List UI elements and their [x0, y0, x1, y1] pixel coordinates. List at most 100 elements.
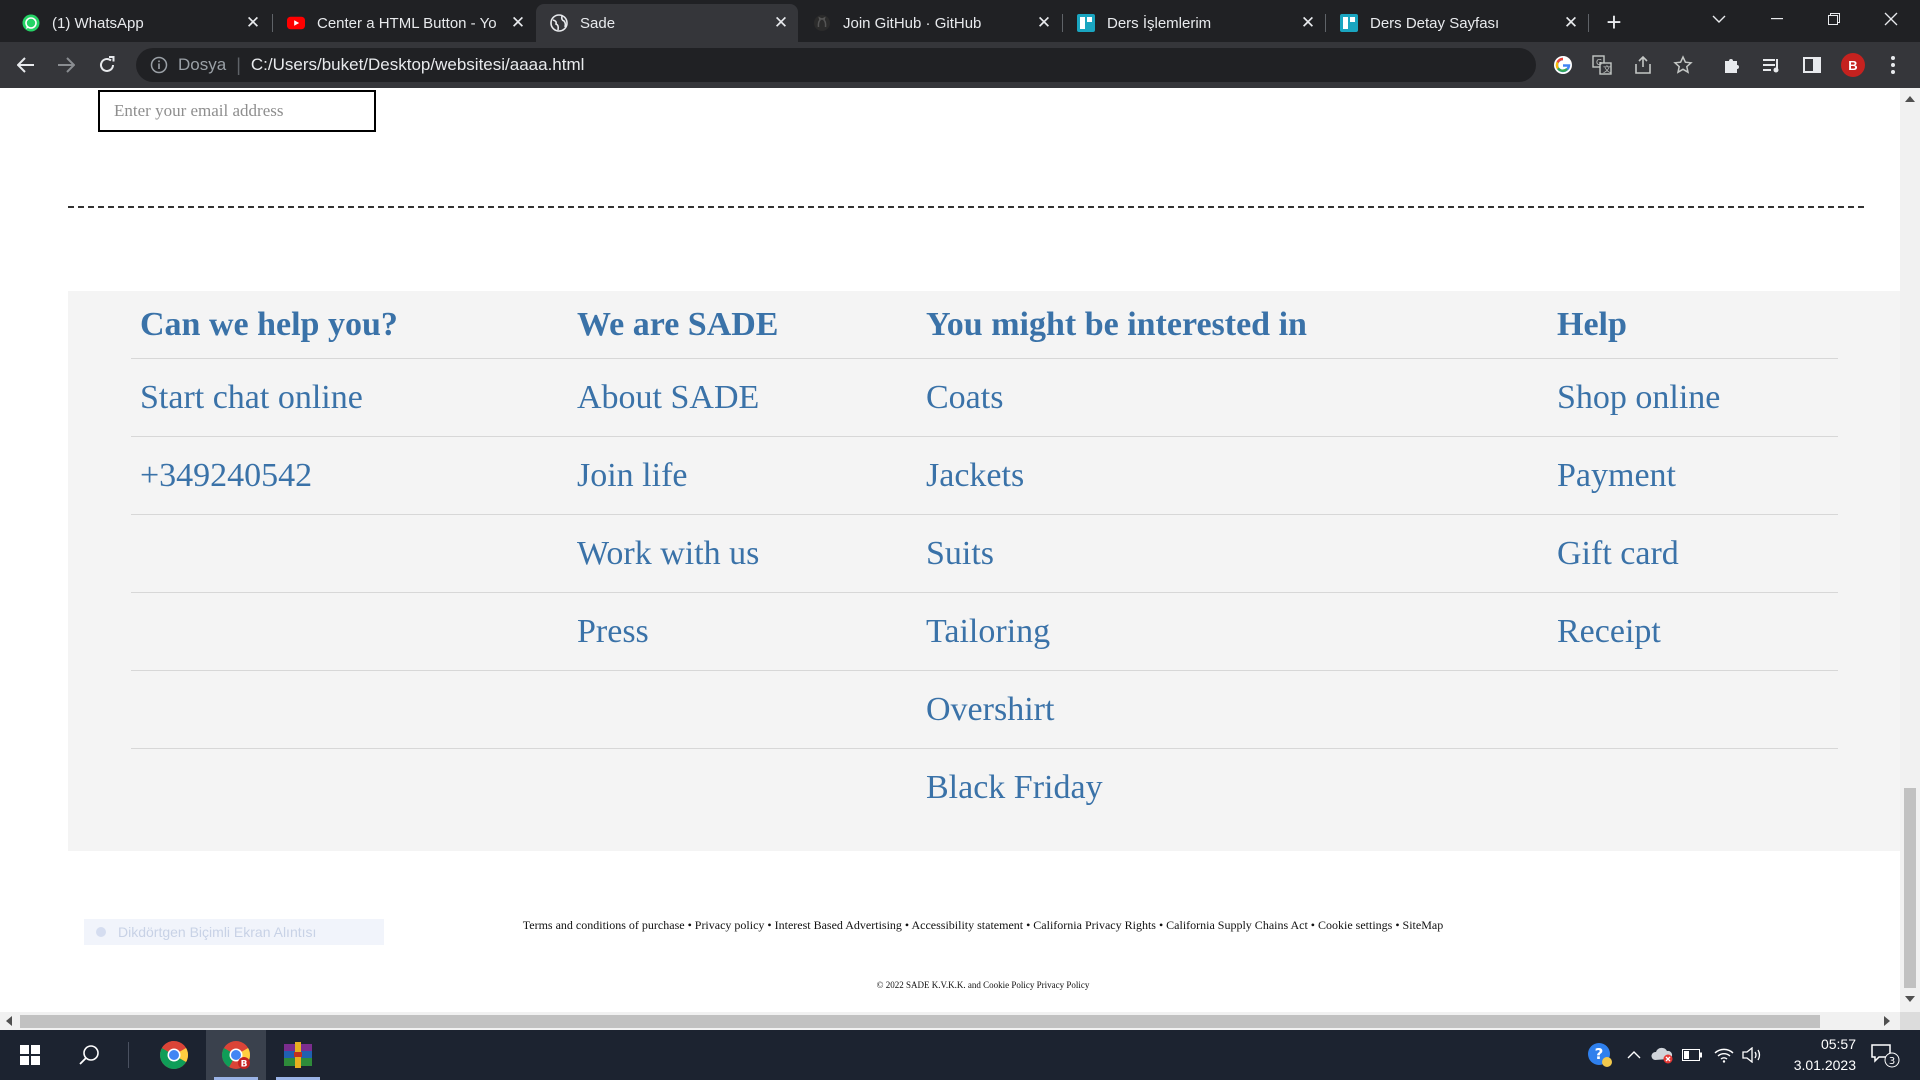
footer-link[interactable]: Coats [926, 359, 1307, 437]
tab-ders-islemlerim[interactable]: Ders İşlemlerim ✕ [1063, 4, 1325, 42]
tab-title: Center a HTML Button - Yo [317, 14, 497, 32]
chrome-profile-icon: B [222, 1041, 250, 1070]
tab-strip: (1) WhatsApp ✕ Center a HTML Button - Yo… [0, 0, 1920, 42]
scroll-right-arrow-icon[interactable] [1884, 1016, 1890, 1026]
close-tab-icon[interactable]: ✕ [505, 13, 531, 33]
legal-links[interactable]: Terms and conditions of purchase • Priva… [0, 918, 1900, 933]
horizontal-scrollbar[interactable] [0, 1012, 1900, 1030]
bookmark-star-icon[interactable] [1671, 53, 1695, 77]
battery-icon[interactable] [1680, 1043, 1704, 1067]
footer-link[interactable]: +349240542 [140, 437, 398, 515]
footer-link[interactable]: Payment [1557, 437, 1720, 515]
archive-icon [284, 1042, 312, 1068]
url-text[interactable]: C:/Users/buket/Desktop/websitesi/aaaa.ht… [251, 55, 585, 75]
scroll-up-arrow-icon[interactable] [1905, 96, 1915, 102]
taskbar-chrome-profile[interactable]: B [206, 1030, 266, 1080]
chrome-icon [160, 1041, 188, 1069]
footer-link[interactable]: Overshirt [926, 671, 1307, 749]
footer-link[interactable]: Tailoring [926, 593, 1307, 671]
tab-whatsapp[interactable]: (1) WhatsApp ✕ [8, 4, 270, 42]
info-icon[interactable] [150, 56, 168, 74]
extensions-icon[interactable] [1720, 53, 1744, 77]
url-divider: | [236, 54, 241, 75]
tab-github[interactable]: Join GitHub · GitHub ✕ [799, 4, 1061, 42]
footer-link[interactable]: Receipt [1557, 593, 1720, 671]
footer-link[interactable]: Work with us [577, 515, 778, 593]
notifications-button[interactable]: 3 [1868, 1043, 1902, 1068]
close-tab-icon[interactable]: ✕ [768, 13, 794, 33]
new-tab-button[interactable]: + [1600, 8, 1628, 36]
taskbar-chrome[interactable] [144, 1030, 204, 1080]
footer-column-interested-in: You might be interested in Coats Jackets… [926, 291, 1307, 827]
search-icon [79, 1045, 99, 1065]
restore-button[interactable] [1811, 0, 1857, 38]
footer-link[interactable]: Suits [926, 515, 1307, 593]
page-viewport: Can we help you? Start chat online +3492… [0, 88, 1900, 1012]
wifi-icon[interactable] [1712, 1043, 1736, 1067]
vertical-scrollbar[interactable] [1900, 88, 1920, 1012]
close-window-button[interactable] [1868, 0, 1914, 38]
footer-column-we-are-sade: We are SADE About SADE Join life Work wi… [577, 291, 778, 671]
windows-taskbar: B ? 05:57 3.01.2023 3 [0, 1030, 1920, 1080]
footer-link[interactable]: Black Friday [926, 749, 1307, 827]
chrome-profile-badge: B [241, 1060, 248, 1070]
show-hidden-icons-chevron-icon[interactable] [1622, 1043, 1646, 1067]
dashed-divider [68, 206, 1864, 208]
profile-avatar[interactable]: B [1841, 53, 1865, 77]
taskbar-clock[interactable]: 05:57 3.01.2023 [1756, 1034, 1856, 1076]
footer-link[interactable]: Gift card [1557, 515, 1720, 593]
close-tab-icon[interactable]: ✕ [240, 13, 266, 33]
tab-youtube[interactable]: Center a HTML Button - Yo ✕ [273, 4, 535, 42]
svg-text:G: G [1596, 58, 1602, 67]
scroll-thumb[interactable] [1904, 788, 1916, 988]
svg-text:?: ? [1595, 1045, 1604, 1063]
site-icon [1077, 14, 1095, 32]
clock-date: 3.01.2023 [1793, 1057, 1856, 1073]
tab-ders-detay[interactable]: Ders Detay Sayfası ✕ [1326, 4, 1588, 42]
share-icon[interactable] [1631, 53, 1655, 77]
close-tab-icon[interactable]: ✕ [1295, 13, 1321, 33]
tab-title: Ders Detay Sayfası [1370, 14, 1500, 32]
footer-link[interactable]: Join life [577, 437, 778, 515]
google-icon[interactable] [1551, 53, 1575, 77]
media-queue-icon[interactable] [1760, 53, 1784, 77]
footer-link[interactable]: Press [577, 593, 778, 671]
back-button[interactable] [12, 51, 40, 79]
footer-link[interactable]: Start chat online [140, 359, 398, 437]
scroll-thumb[interactable] [20, 1015, 1820, 1028]
translate-icon[interactable]: G文 [1590, 53, 1614, 77]
minimize-button[interactable] [1754, 0, 1800, 38]
footer-link[interactable]: About SADE [577, 359, 778, 437]
tab-title: Join GitHub · GitHub [843, 14, 982, 32]
close-tab-icon[interactable]: ✕ [1031, 13, 1057, 33]
browser-toolbar: Dosya | C:/Users/buket/Desktop/websitesi… [0, 42, 1920, 88]
forward-button[interactable] [52, 51, 80, 79]
start-button[interactable] [0, 1030, 60, 1080]
onedrive-error-icon[interactable] [1650, 1043, 1674, 1067]
windows-logo-icon [20, 1045, 40, 1065]
close-tab-icon[interactable]: ✕ [1558, 13, 1584, 33]
scroll-left-arrow-icon[interactable] [6, 1016, 12, 1026]
url-scheme-label: Dosya [178, 55, 227, 74]
scroll-down-arrow-icon[interactable] [1905, 996, 1915, 1002]
side-panel-icon[interactable] [1800, 53, 1824, 77]
footer-link[interactable]: Shop online [1557, 359, 1720, 437]
tab-title: (1) WhatsApp [52, 14, 144, 32]
whatsapp-icon [22, 14, 40, 32]
tab-search-chevron-icon[interactable] [1696, 0, 1742, 38]
more-menu-icon[interactable] [1881, 53, 1905, 77]
tab-title: Ders İşlemlerim [1107, 14, 1212, 32]
notification-icon: 3 [1871, 1044, 1900, 1068]
tab-sade[interactable]: Sade ✕ [536, 4, 798, 42]
footer-link[interactable]: Jackets [926, 437, 1307, 515]
help-icon[interactable]: ? [1586, 1043, 1614, 1067]
youtube-icon [287, 14, 305, 32]
search-button[interactable] [60, 1030, 120, 1080]
reload-button[interactable] [93, 51, 121, 79]
email-input[interactable] [98, 90, 376, 132]
taskbar-winrar[interactable] [268, 1030, 328, 1080]
copyright-text: © 2022 SADE K.V.K.K. and Cookie Policy P… [876, 980, 1090, 990]
tab-title: Sade [580, 14, 616, 32]
address-bar[interactable]: Dosya | C:/Users/buket/Desktop/websitesi… [136, 48, 1536, 82]
site-icon [1340, 14, 1358, 32]
